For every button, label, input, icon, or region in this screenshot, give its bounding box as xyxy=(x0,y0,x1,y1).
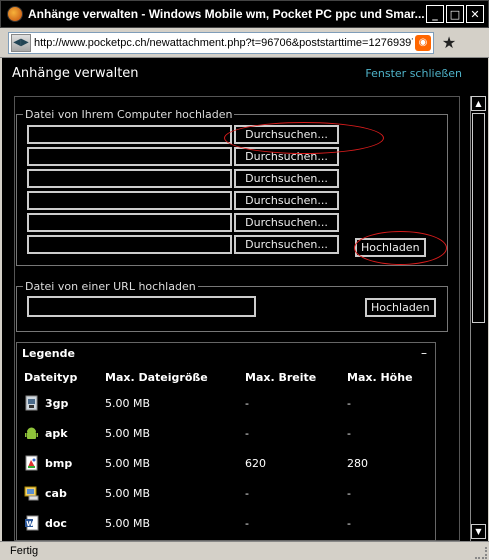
window-title: Anhänge verwalten - Windows Mobile wm, P… xyxy=(28,7,425,21)
media-file-icon xyxy=(25,395,38,411)
max-height-value: - xyxy=(347,427,351,440)
close-window-link[interactable]: Fenster schließen xyxy=(365,67,462,80)
table-row: apk 5.00 MB - - xyxy=(17,423,437,445)
bookmark-star-icon[interactable]: ★ xyxy=(440,33,458,52)
android-icon xyxy=(25,427,38,439)
max-width-value: - xyxy=(245,517,249,530)
status-bar: Fertig xyxy=(0,541,489,560)
url-text[interactable]: http://www.pocketpc.ch/newattachment.php… xyxy=(34,37,413,49)
max-size-value: 5.00 MB xyxy=(105,427,151,440)
rss-feed-icon[interactable]: ◉ xyxy=(415,34,431,51)
header-max-size: Max. Dateigröße xyxy=(105,371,208,384)
close-button[interactable]: ✕ xyxy=(466,5,484,23)
table-row: bmp 5.00 MB 620 280 xyxy=(17,453,437,475)
browse-button-3[interactable]: Durchsuchen... xyxy=(234,169,339,188)
legend-panel: Legende – Dateityp Max. Dateigröße Max. … xyxy=(16,342,436,541)
minimize-button[interactable]: _ xyxy=(426,5,444,23)
scroll-down-icon[interactable]: ▼ xyxy=(471,524,486,539)
max-width-value: - xyxy=(245,397,249,410)
annotation-circle-upload xyxy=(354,231,447,265)
address-bar: ◀▶ http://www.pocketpc.ch/newattachment.… xyxy=(0,28,489,58)
svg-text:W: W xyxy=(26,520,34,528)
maximize-button[interactable]: □ xyxy=(446,5,464,23)
resize-grip-icon[interactable] xyxy=(475,547,487,559)
url-field[interactable]: ◀▶ http://www.pocketpc.ch/newattachment.… xyxy=(8,31,434,54)
max-size-value: 5.00 MB xyxy=(105,487,151,500)
computer-upload-legend: Datei von Ihrem Computer hochladen xyxy=(25,108,233,121)
file-extension: 3gp xyxy=(45,397,69,410)
browse-button-4[interactable]: Durchsuchen... xyxy=(234,191,339,210)
page-title: Anhänge verwalten xyxy=(12,66,139,81)
file-extension: apk xyxy=(45,427,68,440)
max-size-value: 5.00 MB xyxy=(105,457,151,470)
file-extension: cab xyxy=(45,487,67,500)
firefox-icon xyxy=(7,6,23,22)
image-file-icon xyxy=(25,455,38,471)
url-upload-legend: Datei von einer URL hochladen xyxy=(25,280,196,293)
annotation-circle-browse xyxy=(224,122,384,154)
max-size-value: 5.00 MB xyxy=(105,517,151,530)
cab-archive-icon xyxy=(24,486,39,501)
max-width-value: - xyxy=(245,487,249,500)
file-input-3[interactable] xyxy=(27,169,232,188)
title-bar: Anhänge verwalten - Windows Mobile wm, P… xyxy=(0,0,489,28)
file-input-1[interactable] xyxy=(27,125,232,144)
max-width-value: 620 xyxy=(245,457,266,470)
browse-button-6[interactable]: Durchsuchen... xyxy=(234,235,339,254)
legend-title: Legende xyxy=(22,347,75,360)
max-height-value: - xyxy=(347,397,351,410)
file-extension: doc xyxy=(45,517,67,530)
max-height-value: - xyxy=(347,517,351,530)
vertical-scrollbar[interactable]: ▲ ▼ xyxy=(470,96,486,541)
word-document-icon: W xyxy=(25,515,39,531)
max-size-value: 5.00 MB xyxy=(105,397,151,410)
file-input-4[interactable] xyxy=(27,191,232,210)
file-input-5[interactable] xyxy=(27,213,232,232)
scrollbar-thumb[interactable] xyxy=(472,113,485,323)
site-identity-icon[interactable]: ◀▶ xyxy=(11,33,31,52)
max-height-value: 280 xyxy=(347,457,368,470)
max-height-value: - xyxy=(347,487,351,500)
header-file-type: Dateityp xyxy=(24,371,78,384)
file-input-6[interactable] xyxy=(27,235,232,254)
file-extension: bmp xyxy=(45,457,73,470)
page-content: Anhänge verwalten Fenster schließen Date… xyxy=(0,58,489,541)
browse-button-5[interactable]: Durchsuchen... xyxy=(234,213,339,232)
header-max-width: Max. Breite xyxy=(245,371,317,384)
table-row: W doc 5.00 MB - - xyxy=(17,513,437,535)
legend-collapse-toggle[interactable]: – xyxy=(421,346,427,360)
table-row: 3gp 5.00 MB - - xyxy=(17,393,437,415)
header-max-height: Max. Höhe xyxy=(347,371,413,384)
file-input-2[interactable] xyxy=(27,147,232,166)
status-text: Fertig xyxy=(10,545,39,557)
url-upload-button[interactable]: Hochladen xyxy=(365,298,436,317)
url-input[interactable] xyxy=(27,296,256,317)
table-row: cab 5.00 MB - - xyxy=(17,483,437,505)
scroll-up-icon[interactable]: ▲ xyxy=(471,96,486,111)
max-width-value: - xyxy=(245,427,249,440)
